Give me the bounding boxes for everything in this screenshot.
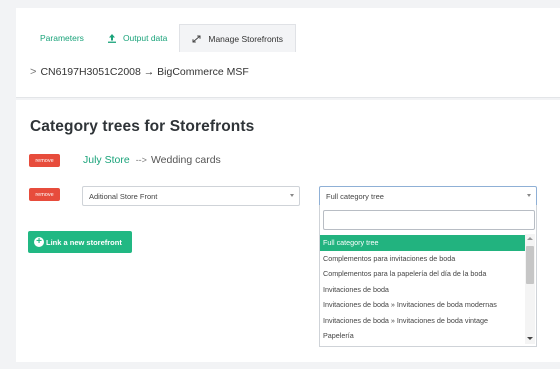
upload-icon bbox=[107, 33, 116, 43]
chevron-down-icon bbox=[527, 194, 531, 197]
dropdown-option[interactable]: Invitaciones de boda » Invitaciones de b… bbox=[320, 313, 525, 329]
link-new-storefront-label: Link a new storefront bbox=[46, 237, 122, 247]
page-title: Category trees for Storefronts bbox=[30, 118, 255, 135]
tab-parameters[interactable]: Parameters bbox=[28, 24, 96, 52]
dropdown-search-input[interactable] bbox=[323, 210, 535, 230]
mapping-arrow: --> bbox=[135, 155, 147, 165]
dropdown-option[interactable]: Invitaciones de boda bbox=[320, 282, 525, 298]
top-panel: Parameters Output data Manage Storefront… bbox=[16, 8, 560, 98]
tab-bar: Parameters Output data Manage Storefront… bbox=[28, 24, 297, 52]
dropdown-option[interactable]: Complementos para la papelería del día d… bbox=[320, 266, 525, 282]
link-new-storefront-button[interactable]: + Link a new storefront bbox=[28, 231, 132, 253]
scroll-down-icon[interactable] bbox=[527, 337, 533, 340]
remove-button[interactable]: remove bbox=[29, 188, 60, 201]
chevron-right-icon: > bbox=[30, 66, 37, 78]
plus-circle-icon: + bbox=[34, 237, 44, 247]
tab-manage-storefronts[interactable]: Manage Storefronts bbox=[179, 24, 297, 52]
tab-parameters-label: Parameters bbox=[40, 33, 84, 43]
breadcrumb-text: CN6197H3051C2008 → BigCommerce MSF bbox=[40, 66, 249, 78]
remove-button[interactable]: remove bbox=[29, 154, 60, 167]
dropdown-option[interactable]: Complementos para invitaciones de boda bbox=[320, 251, 525, 267]
chevron-down-icon bbox=[290, 194, 294, 197]
category-tree-select-value: Full category tree bbox=[326, 191, 384, 201]
store-link[interactable]: July Store bbox=[83, 154, 130, 166]
scrollbar-thumb[interactable] bbox=[526, 246, 534, 284]
category-tree-select[interactable]: Full category tree bbox=[319, 186, 537, 206]
storefront-mapping-row: July Store --> Wedding cards bbox=[83, 154, 221, 166]
dropdown-option[interactable]: Full category tree bbox=[320, 235, 525, 251]
expand-arrows-icon bbox=[192, 35, 201, 43]
category-tree-dropdown: Full category tree Complementos para inv… bbox=[319, 205, 537, 347]
storefront-select[interactable]: Aditional Store Front bbox=[82, 186, 300, 206]
tab-manage-storefronts-label: Manage Storefronts bbox=[208, 33, 284, 44]
dropdown-options: Full category tree Complementos para inv… bbox=[320, 235, 525, 344]
scroll-up-icon[interactable] bbox=[527, 237, 533, 240]
breadcrumb: > CN6197H3051C2008 → BigCommerce MSF bbox=[30, 66, 249, 78]
dropdown-option[interactable]: Papelería bbox=[320, 328, 525, 344]
tab-output-data-label: Output data bbox=[122, 33, 168, 43]
dropdown-scrollbar[interactable] bbox=[525, 234, 535, 344]
dropdown-option[interactable]: Invitaciones de boda » Invitaciones de b… bbox=[320, 297, 525, 313]
storefront-select-value: Aditional Store Front bbox=[89, 191, 158, 201]
tab-output-data[interactable]: Output data bbox=[96, 24, 179, 52]
category-tree-name: Wedding cards bbox=[150, 154, 221, 166]
